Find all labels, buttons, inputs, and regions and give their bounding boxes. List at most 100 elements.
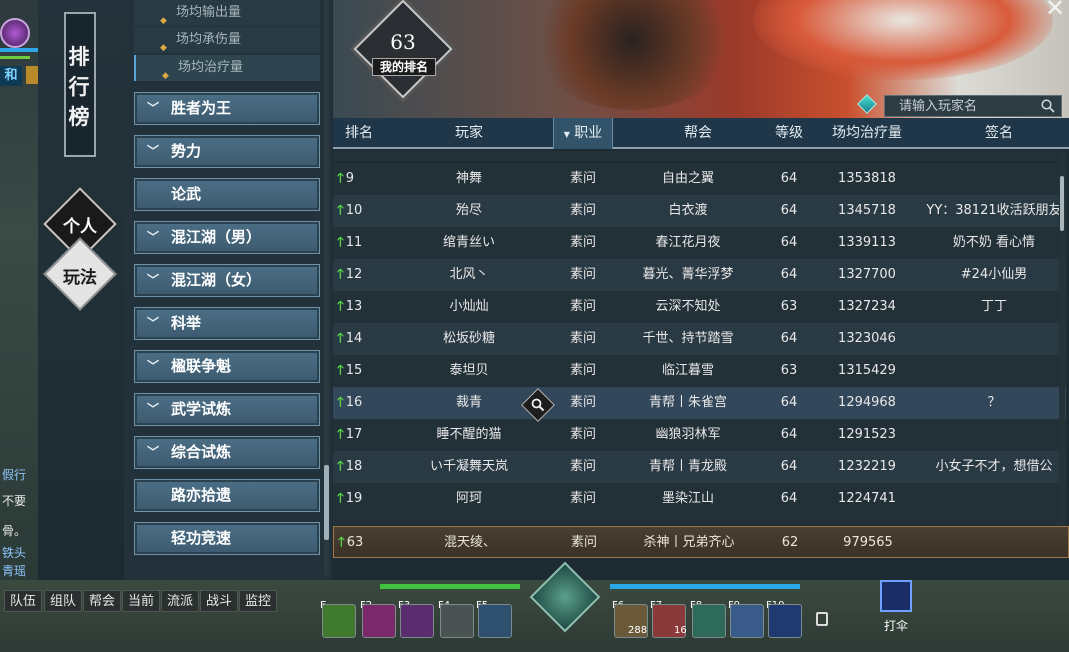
chat-channel-guild[interactable]: 帮会: [83, 590, 122, 612]
mode-gameplay-label: 玩法: [63, 268, 97, 288]
table-row[interactable]: 🡑 17 睡不醒的猫 素问 幽狼羽林军 64 1291523: [333, 419, 1066, 451]
hp-bar: [380, 584, 520, 589]
guild-cell: 青帮丨青龙殿: [648, 459, 727, 474]
table-row[interactable]: 🡑 15 泰坦贝 素问 临江暮雪 63 1315429: [333, 355, 1066, 387]
player-hp-bar: [0, 48, 38, 52]
chat-channel-current[interactable]: 当前: [122, 590, 161, 612]
column-player[interactable]: 玩家: [419, 118, 519, 149]
category-combined-trial[interactable]: ﹀ 综合试炼: [134, 436, 320, 469]
player-avatar[interactable]: [0, 18, 30, 48]
skill-slot-f3[interactable]: [400, 604, 434, 638]
value-cell: 1224741: [838, 491, 896, 506]
value-cell: 1323046: [838, 331, 896, 346]
table-row[interactable]: 🡑 9 神舞 素问 自由之翼 64 1353818: [333, 163, 1066, 195]
column-guild[interactable]: 帮会: [623, 118, 773, 149]
category-jianghu-male[interactable]: ﹀ 混江湖（男）: [134, 221, 320, 254]
guild-cell: 杀神丨兄弟齐心: [643, 535, 735, 550]
rank-cell: 🡑 12: [337, 259, 397, 291]
level-cell: 64: [780, 267, 798, 282]
chat-fragment: 不要: [2, 494, 27, 508]
category-faction[interactable]: ﹀ 势力: [134, 135, 320, 168]
category-couplet[interactable]: ﹀ 楹联争魁: [134, 350, 320, 383]
chat-channel-team[interactable]: 队伍: [4, 590, 43, 612]
skill-slot-f2[interactable]: [362, 604, 396, 638]
rank-up-icon: 🡑: [337, 331, 344, 346]
column-value[interactable]: 场均治疗量: [815, 118, 919, 149]
subcategory-avg-healing[interactable]: ◆ 场均治疗量: [134, 55, 320, 81]
rank-up-icon: 🡑: [337, 299, 344, 314]
class-cell: 素问: [570, 535, 597, 550]
rank-up-icon: 🡑: [337, 203, 344, 218]
player-cell: 绾青丝い: [442, 235, 495, 250]
scrollbar-thumb[interactable]: [1060, 176, 1064, 231]
skill-slot-f10[interactable]: [768, 604, 802, 638]
signature-cell: 丁丁: [980, 299, 1007, 314]
portrait-icon[interactable]: [880, 580, 912, 612]
chat-channel-school[interactable]: 流派: [161, 590, 200, 612]
chat-channel-combat[interactable]: 战斗: [200, 590, 239, 612]
table-row[interactable]: 🡑 19 阿珂 素问 墨染江山 64 1224741: [333, 483, 1066, 515]
table-row[interactable]: 🡑 12 北风丶 素问 暮光、菁华浮梦 64 1327700 #24小仙男: [333, 259, 1066, 291]
table-row[interactable]: 🡑 14 松坂砂糖 素问 千世、持节踏雪 64 1323046: [333, 323, 1066, 355]
level-cell: 64: [780, 171, 798, 186]
skill-slot-f9[interactable]: [730, 604, 764, 638]
rank-value: 9: [345, 171, 355, 186]
ranking-table: 🡑 9 神舞 素问 自由之翼 64 1353818 🡑 10 殆尽 素问 白衣渡 64 1345718 YY…: [333, 151, 1066, 525]
search-input[interactable]: [885, 96, 1037, 116]
value-cell: 1315429: [838, 363, 896, 378]
category-winner[interactable]: ﹀ 胜者为王: [134, 92, 320, 125]
skill-slot-f8[interactable]: [692, 604, 726, 638]
scrollbar-thumb[interactable]: [324, 465, 329, 540]
level-cell: 64: [780, 331, 798, 346]
rank-value: 10: [345, 203, 363, 218]
player-cell: 松坂砂糖: [442, 331, 495, 346]
rank-cell: 🡑 19: [337, 483, 397, 515]
my-rank-label: 我的排名: [372, 58, 436, 76]
left-game-hud: 和 假行 不要 骨。 铁头 青瑶: [0, 0, 40, 580]
table-row[interactable]: 🡑 11 绾青丝い 素问 春江花月夜 64 1339113 奶不奶 看心情: [333, 227, 1066, 259]
skill-slot-f4[interactable]: [440, 604, 474, 638]
rank-value: 19: [345, 491, 363, 506]
game-screen: 和 假行 不要 骨。 铁头 青瑶 排行榜 个人 玩法 ◆ 场均输出量 ◆ 场均承…: [0, 0, 1069, 652]
search-icon[interactable]: [1041, 99, 1055, 113]
category-scrollbar[interactable]: [324, 0, 329, 575]
guild-cell: 墨染江山: [661, 491, 714, 506]
category-lost-found[interactable]: 路亦拾遗: [134, 479, 320, 512]
table-row[interactable]: 🡑 18 い千凝舞天岚 素问 青帮丨青龙殿 64 1232219 小女子不才，想借公: [333, 451, 1066, 483]
skill-slot-f5[interactable]: [478, 604, 512, 638]
rank-up-icon: 🡑: [337, 427, 344, 442]
table-row[interactable]: 🡑 10 殆尽 素问 白衣渡 64 1345718 YY：38121收活跃朋友: [333, 195, 1066, 227]
category-duel[interactable]: 论武: [134, 178, 320, 211]
column-signature[interactable]: 签名: [919, 118, 1069, 149]
lock-icon[interactable]: [816, 612, 828, 626]
subcategory-avg-damage[interactable]: ◆ 场均输出量: [134, 0, 320, 26]
class-cell: 素问: [569, 363, 596, 378]
table-row[interactable]: 🡑 16 裁青 素问 青帮丨朱雀宫 64 1294968 ？: [333, 387, 1066, 419]
rank-value: 16: [345, 395, 363, 410]
chat-channel-group[interactable]: 组队: [44, 590, 83, 612]
class-cell: 素问: [569, 459, 596, 474]
chevron-down-icon: ﹀: [147, 101, 160, 115]
chevron-down-icon: ﹀: [147, 273, 160, 287]
table-row[interactable]: 🡑 13 小灿灿 素问 云深不知处 63 1327234 丁丁: [333, 291, 1066, 323]
category-exam[interactable]: ﹀ 科举: [134, 307, 320, 340]
skill-slot-e[interactable]: [322, 604, 356, 638]
category-qinggong-race[interactable]: 轻功竞速: [134, 522, 320, 555]
level-cell: 63: [780, 299, 798, 314]
table-scrollbar[interactable]: [1059, 151, 1065, 525]
guild-cell: 云深不知处: [655, 299, 721, 314]
column-class[interactable]: ▼ 职业: [553, 118, 613, 149]
value-cell: 1345718: [838, 203, 896, 218]
my-rank-row[interactable]: 🡑 63 混天绫、 素问 杀神丨兄弟齐心 62 979565: [333, 526, 1069, 558]
item-count: 288: [628, 625, 648, 636]
category-jianghu-female[interactable]: ﹀ 混江湖（女）: [134, 264, 320, 297]
chat-channel-monitor[interactable]: 监控: [239, 590, 278, 612]
class-cell: 素问: [569, 427, 596, 442]
close-button[interactable]: ✕: [1045, 0, 1065, 22]
column-level[interactable]: 等级: [763, 118, 815, 149]
subcategory-avg-damage-taken[interactable]: ◆ 场均承伤量: [134, 27, 320, 53]
category-martial-trial[interactable]: ﹀ 武学试炼: [134, 393, 320, 426]
rank-value: 18: [345, 459, 363, 474]
column-rank[interactable]: 排名: [333, 118, 385, 149]
value-cell: 1327700: [838, 267, 896, 282]
